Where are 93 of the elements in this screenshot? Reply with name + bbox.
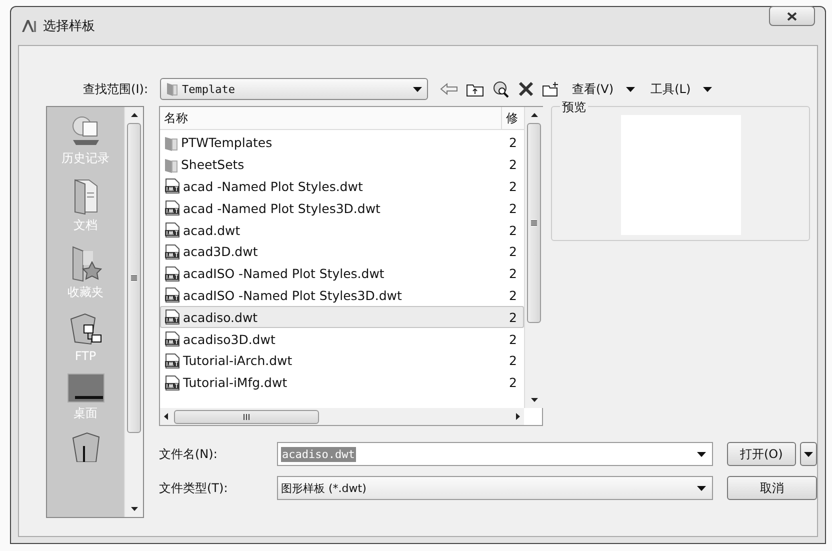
dwt-file-icon [164, 309, 180, 326]
dwt-file-icon [164, 222, 180, 238]
table-cell-text: 2 [509, 310, 518, 325]
dwt-file-icon [164, 331, 180, 348]
look-in-dropdown[interactable]: Template [160, 78, 428, 100]
dwt-file-icon [164, 200, 180, 216]
column-header[interactable]: 修 [502, 107, 524, 129]
horizontal-scrollbar[interactable] [160, 408, 524, 425]
cancel-button[interactable]: 取消 [727, 476, 817, 500]
file-type-dropdown[interactable]: 图形样板 (*.dwt) [277, 476, 713, 500]
table-cell-text: 2 [509, 266, 518, 282]
file-name: acad -Named Plot Styles3D.dwt [183, 200, 380, 216]
dropdown-caret-icon [626, 86, 635, 92]
file-row[interactable]: acad3D.dwt 2 [160, 240, 524, 263]
file-row[interactable]: acad -Named Plot Styles3D.dwt 2 [160, 197, 524, 220]
file-name: PTWTemplates [181, 135, 272, 150]
scroll-up-icon[interactable] [130, 113, 138, 117]
file-name: acadiso.dwt [183, 310, 258, 325]
table-cell-text: 2 [509, 178, 518, 194]
file-row[interactable]: acadiso3D.dwt 2 [160, 328, 524, 350]
caret-icon [697, 452, 706, 456]
delete-icon[interactable] [518, 81, 534, 97]
file-name: acad -Named Plot Styles.dwt [183, 178, 363, 194]
file-row[interactable]: acadISO -Named Plot Styles.dwt 2 [160, 262, 524, 285]
file-name: acad3D.dwt [183, 244, 258, 260]
table-cell-text: 2 [509, 288, 518, 303]
back-arrow-icon[interactable] [440, 83, 458, 95]
file-name: acad.dwt [183, 222, 240, 238]
grip-icon [243, 414, 250, 420]
vertical-scrollbar[interactable] [524, 107, 543, 408]
open-options-button[interactable] [800, 442, 817, 466]
file-name: Tutorial-iMfg.dwt [183, 375, 288, 390]
file-name-label: 文件名(N): [159, 446, 218, 462]
file-name: acadISO -Named Plot Styles.dwt [183, 266, 384, 282]
dwt-file-icon [164, 352, 180, 369]
scroll-down-icon[interactable] [530, 398, 538, 402]
table-cell-text: 2 [509, 135, 518, 150]
dwt-file-icon [164, 244, 180, 260]
folder-icon [164, 156, 178, 173]
table-cell-text: 2 [509, 375, 518, 390]
file-row[interactable]: acad.dwt 2 [160, 219, 524, 241]
file-row[interactable]: PTWTemplates 2 [160, 132, 524, 154]
close-button[interactable] [769, 6, 815, 26]
star-folder-icon [70, 244, 102, 282]
dwt-file-icon [164, 266, 180, 282]
file-name: acadISO -Named Plot Styles3D.dwt [183, 288, 402, 303]
up-folder-icon[interactable] [466, 82, 484, 96]
dwt-file-icon [164, 178, 180, 194]
desktop-icon [66, 373, 104, 403]
table-cell-text: 2 [509, 157, 518, 172]
table-cell-text: 2 [509, 332, 518, 347]
look-in-label: 查找范围(I): [82, 80, 149, 98]
folder-icon [166, 82, 178, 96]
file-name: SheetSets [181, 157, 244, 172]
scroll-right-icon[interactable] [516, 413, 520, 420]
toolbar-menu[interactable]: 查看(V) [568, 80, 639, 98]
file-type-label: 文件类型(T): [159, 480, 229, 496]
file-name: Tutorial-iArch.dwt [183, 353, 292, 368]
caret-icon [804, 452, 813, 456]
file-row[interactable]: Tutorial-iArch.dwt 2 [160, 350, 524, 372]
file-name-field[interactable]: acadiso.dwt [277, 442, 713, 466]
app-logo-icon [21, 19, 37, 33]
preview-label: 预览 [560, 99, 588, 116]
scroll-down-icon[interactable] [130, 507, 138, 511]
table-cell-text: 2 [509, 200, 518, 216]
caret-icon [697, 486, 706, 490]
file-row[interactable]: acadiso.dwt 2 [160, 306, 524, 328]
table-cell-text: 2 [509, 353, 518, 368]
caret-icon [413, 86, 422, 92]
new-folder-icon[interactable] [542, 81, 560, 97]
dwt-file-icon [164, 287, 180, 304]
file-name: acadiso3D.dwt [183, 332, 276, 347]
scroll-left-icon[interactable] [164, 413, 168, 420]
grip-icon [131, 275, 137, 281]
column-header[interactable]: 名称 [160, 107, 502, 129]
vertical-scrollbar[interactable] [124, 107, 143, 517]
dwt-file-icon [164, 374, 180, 391]
folder-icon [164, 134, 178, 151]
file-row[interactable]: acadISO -Named Plot Styles3D.dwt 2 [160, 284, 524, 306]
grip-icon [531, 220, 537, 226]
open-button[interactable]: 打开(O) [727, 442, 796, 466]
file-row[interactable]: SheetSets 2 [160, 154, 524, 176]
table-cell-text: 2 [509, 244, 518, 260]
file-row[interactable]: acad -Named Plot Styles.dwt 2 [160, 176, 524, 198]
toolbar-menu[interactable]: 工具(L) [646, 80, 716, 98]
network-folder-icon [68, 311, 104, 347]
scroll-up-icon[interactable] [530, 113, 538, 117]
table-cell-text: 2 [509, 222, 518, 238]
window-title: 选择样板 [43, 18, 95, 35]
file-row[interactable]: Tutorial-iMfg.dwt 2 [160, 372, 524, 394]
close-icon [787, 12, 797, 20]
dropdown-caret-icon [702, 86, 712, 92]
search-icon[interactable] [492, 80, 510, 98]
